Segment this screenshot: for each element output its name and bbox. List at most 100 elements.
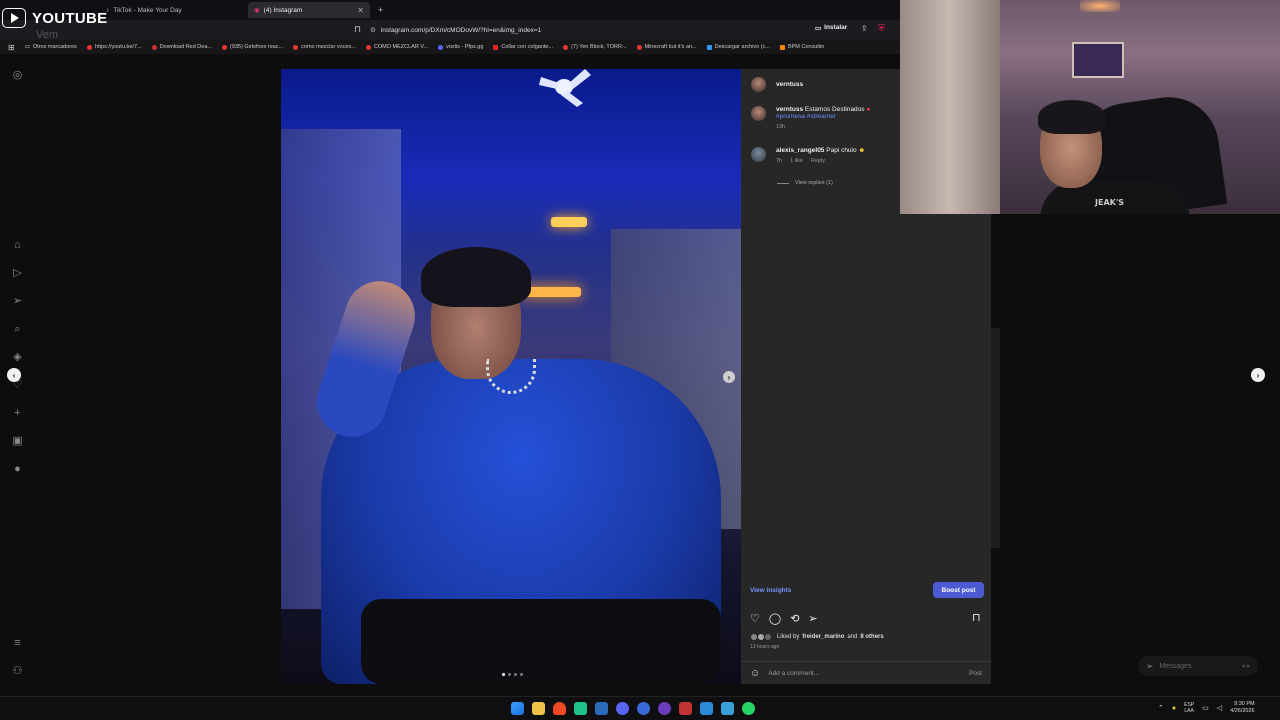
overlay-faint-text: Vem (36, 29, 59, 41)
tab-tiktok[interactable]: ♪ TikTok - Make Your Day (100, 2, 188, 18)
site-info-icon[interactable]: ⚙ (370, 26, 376, 34)
folder-icon: ▭ (24, 44, 30, 50)
chevron-up-icon[interactable]: ⌃ (1158, 704, 1164, 712)
messages-label: Messages (1159, 662, 1192, 670)
clock[interactable]: 9:30 PM 4/26/2026 (1230, 701, 1254, 715)
comment-item: alexis_rangel05 Papi chulo ☻ 7h 1 like R… (751, 147, 865, 164)
search-icon[interactable]: ⌕ (11, 323, 24, 336)
tab-instagram[interactable]: ◉ (4) Instagram ✕ (248, 2, 370, 18)
bookmark-item[interactable]: Download Red Dea... (151, 44, 212, 50)
comment-likes[interactable]: 1 like (790, 158, 803, 164)
brave-browser-icon[interactable] (553, 702, 566, 715)
bookmark-item[interactable]: COMO MEZCLAR V... (365, 44, 428, 50)
app-icon[interactable] (637, 702, 650, 715)
start-windows-icon[interactable] (511, 702, 524, 715)
add-comment-input[interactable]: Add a comment... (768, 670, 819, 677)
caption-username[interactable]: verntuss (776, 106, 803, 113)
like-icon[interactable]: ♡ (750, 612, 760, 625)
caption-hashtags[interactable]: #promesa #streamer (776, 113, 870, 120)
caption-text: Estamos Destinados (804, 106, 865, 113)
boost-post-button[interactable]: Boost post (933, 582, 984, 598)
avatar[interactable] (751, 77, 766, 92)
url-field[interactable]: ⚙ instagram.com/p/DXm/cMODovW/?hl=en&img… (370, 23, 541, 37)
youtube-favicon-icon (365, 44, 371, 50)
liked-by-username[interactable]: freider_marino (802, 634, 844, 640)
previous-post-button[interactable]: ‹ (7, 368, 21, 382)
liked-by-others-link[interactable]: 8 others (860, 634, 883, 640)
volume-icon[interactable]: ◁ (1217, 704, 1222, 712)
bookmark-item[interactable]: (7) Yen Block, TORR... (563, 44, 627, 50)
emoji-icon[interactable]: ☺ (750, 668, 760, 679)
new-tab-button[interactable]: + (372, 2, 389, 18)
app-icon[interactable] (700, 702, 713, 715)
favicon-icon (706, 44, 712, 50)
apps-grid-icon[interactable]: ⊞ (8, 43, 15, 52)
brave-shield-icon[interactable]: ⛨ (878, 23, 885, 34)
share-icon[interactable]: ➢ (808, 612, 817, 625)
bookmark-item[interactable]: BPM Consultin (779, 44, 824, 50)
bookmark-item[interactable]: Collar con colgante... (493, 44, 553, 50)
bookmark-item[interactable]: https://youtu.be/7... (86, 44, 142, 50)
youtube-label: YOUTUBE (32, 9, 108, 27)
favicon-icon (151, 44, 157, 50)
app-icon[interactable] (679, 702, 692, 715)
youtube-overlay-logo: YOUTUBE (2, 8, 107, 28)
next-image-button[interactable]: › (723, 371, 735, 383)
repost-icon[interactable]: ⟲ (790, 612, 799, 625)
ceiling-fan-graphic (539, 69, 591, 107)
home-icon[interactable]: ⌂ (11, 239, 24, 252)
youtube-favicon-icon (563, 44, 569, 50)
photo-person-hair (421, 247, 531, 307)
network-icon[interactable]: ▭ (1202, 704, 1209, 712)
menu-icon[interactable]: ≡ (11, 637, 24, 650)
tray-app-icon[interactable]: ● (1172, 705, 1176, 712)
language-indicator[interactable]: ESP LAA (1184, 702, 1194, 714)
direct-messages-icon[interactable]: ➢ (11, 295, 24, 308)
dashboard-icon[interactable]: ▣ (11, 435, 24, 448)
save-icon[interactable]: ⊓ (972, 611, 981, 624)
bookmark-item[interactable]: Minecraft but it's an... (636, 44, 697, 50)
add-comment-row: ☺ Add a comment... Post (741, 661, 991, 684)
instagram-logo-icon[interactable]: ◎ (11, 69, 24, 82)
youtube-favicon-icon (221, 44, 227, 50)
comment-username[interactable]: alexis_rangel05 (776, 147, 824, 154)
bookmark-item[interactable]: voxlis - Pfps.gg (438, 44, 483, 50)
whatsapp-icon[interactable] (742, 702, 755, 715)
post-comment-button[interactable]: Post (969, 670, 982, 677)
steam-icon[interactable] (595, 702, 608, 715)
create-icon[interactable]: + (11, 407, 24, 420)
bookmark-item[interactable]: como mezclar voces... (293, 44, 356, 50)
bookmark-icon[interactable]: ⊓ (354, 24, 361, 35)
address-bar-row: ⊓ ⚙ instagram.com/p/DXm/cMODovW/?hl=en&i… (0, 20, 900, 40)
also-from-meta-icon[interactable]: ⚇ (11, 665, 24, 678)
next-post-button[interactable]: › (1251, 368, 1265, 382)
app-icon[interactable] (721, 702, 734, 715)
file-explorer-icon[interactable] (532, 702, 545, 715)
twitch-icon[interactable] (658, 702, 671, 715)
bookmark-item[interactable]: (935) Girlofnox reac... (221, 44, 283, 50)
reply-button[interactable]: Reply (811, 158, 825, 164)
share-icon[interactable]: ⇪ (861, 24, 868, 33)
avatar[interactable] (751, 147, 766, 162)
comment-icon[interactable]: ◯ (769, 612, 781, 625)
avatar[interactable] (751, 106, 766, 121)
next-post-preview (991, 328, 1000, 548)
webcam-ceiling-light (1080, 0, 1120, 12)
install-button[interactable]: ▭ Instalar (815, 24, 847, 32)
view-replies-button[interactable]: View replies (1) (777, 180, 833, 186)
webcam-overlay: JEAK'S (900, 0, 1280, 214)
explore-icon[interactable]: ◈ (11, 351, 24, 364)
post-username[interactable]: verntuss (776, 81, 803, 88)
carousel-dot (520, 673, 523, 676)
reels-icon[interactable]: ▷ (11, 267, 24, 280)
messages-button[interactable]: ➢ Messages ●● (1138, 656, 1258, 676)
profile-icon[interactable]: ● (11, 463, 24, 476)
close-tab-icon[interactable]: ✕ (357, 6, 364, 15)
caption: verntuss Estamos Destinados ● #promesa #… (751, 106, 870, 130)
app-icon[interactable] (574, 702, 587, 715)
bookmark-item[interactable]: ▭ Otros marcadores (25, 44, 77, 50)
photo-lamp (551, 217, 587, 227)
bookmark-item[interactable]: Descargar archivo (c... (706, 44, 770, 50)
view-insights-link[interactable]: View insights (750, 587, 791, 594)
discord-icon[interactable] (616, 702, 629, 715)
